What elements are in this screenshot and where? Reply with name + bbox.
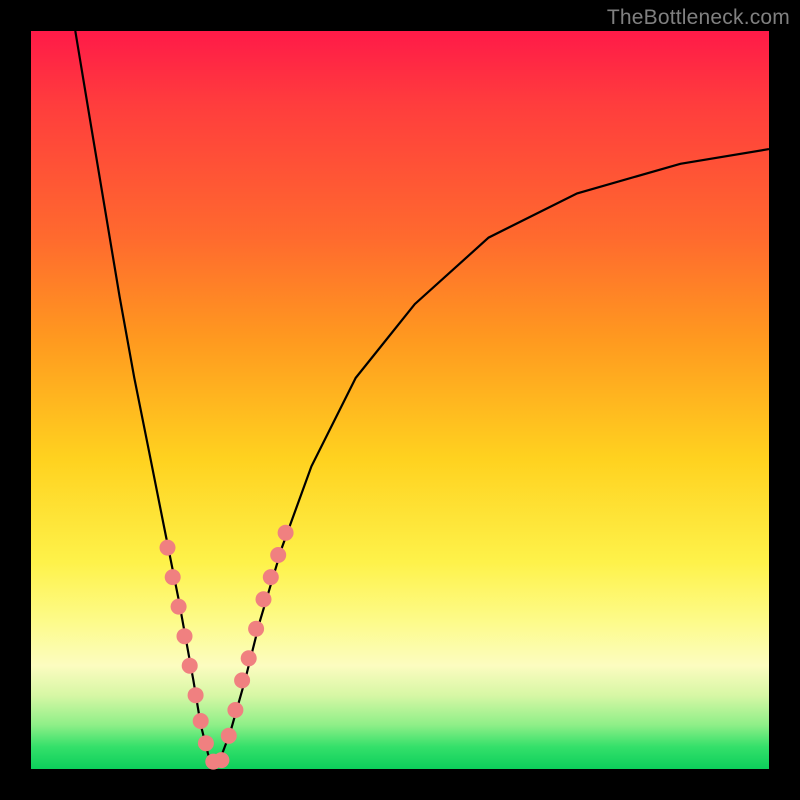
highlight-marker	[193, 713, 209, 729]
highlight-marker	[198, 735, 214, 751]
chart-frame: TheBottleneck.com	[0, 0, 800, 800]
highlight-marker	[241, 650, 257, 666]
watermark-text: TheBottleneck.com	[607, 6, 790, 30]
highlight-marker	[221, 728, 237, 744]
curve-svg	[31, 31, 769, 769]
highlight-marker	[160, 540, 176, 556]
marker-group	[160, 525, 294, 770]
highlight-marker	[188, 687, 204, 703]
bottleneck-curve	[75, 31, 769, 769]
highlight-marker	[177, 628, 193, 644]
highlight-marker	[263, 569, 279, 585]
highlight-marker	[248, 621, 264, 637]
highlight-marker	[213, 752, 229, 768]
highlight-marker	[165, 569, 181, 585]
highlight-marker	[182, 658, 198, 674]
highlight-marker	[256, 591, 272, 607]
plot-area	[31, 31, 769, 769]
highlight-marker	[278, 525, 294, 541]
highlight-marker	[270, 547, 286, 563]
highlight-marker	[171, 599, 187, 615]
highlight-marker	[234, 672, 250, 688]
highlight-marker	[227, 702, 243, 718]
